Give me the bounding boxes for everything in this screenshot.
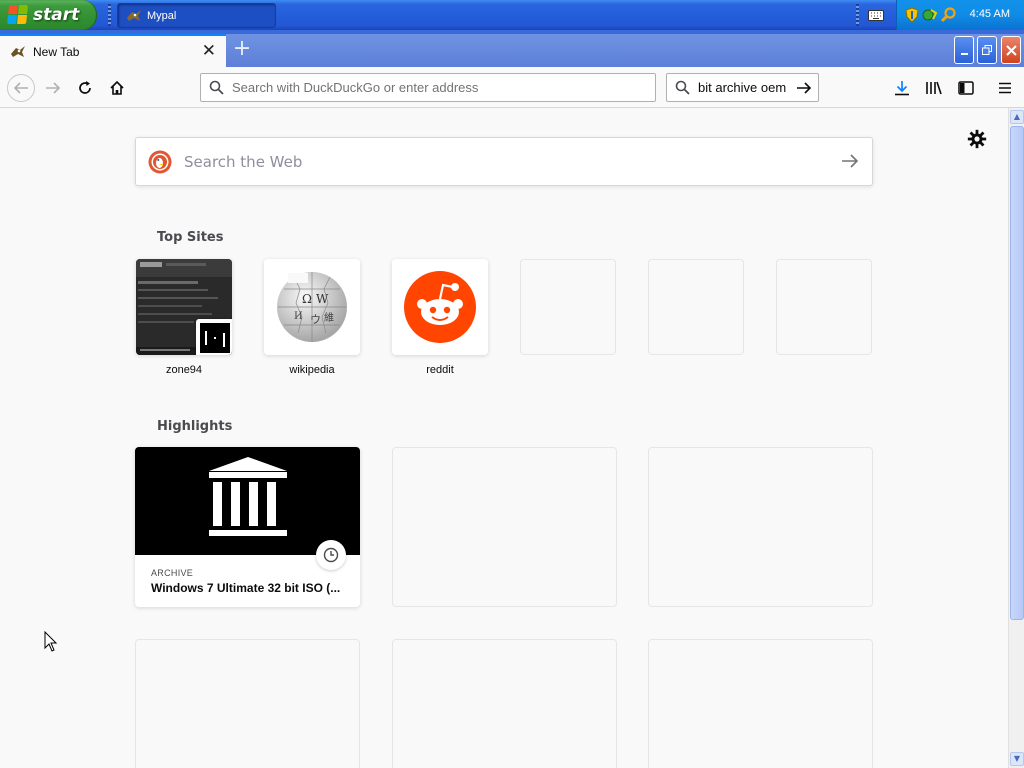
- task-button-label: Mypal: [147, 9, 177, 22]
- tab-close-icon[interactable]: ✕: [202, 42, 216, 60]
- web-search-box[interactable]: [135, 137, 873, 186]
- web-search-input[interactable]: [182, 151, 822, 172]
- internet-archive-logo-icon: [209, 457, 287, 536]
- top-site-label: wikipedia: [289, 364, 335, 376]
- sidebar-icon: [958, 81, 974, 95]
- download-icon: [895, 81, 909, 96]
- downloads-button[interactable]: [890, 76, 914, 100]
- top-site-placeholder: [648, 259, 744, 355]
- top-sites-heading: Top Sites: [157, 230, 224, 245]
- search-input[interactable]: [696, 79, 790, 96]
- web-search-submit-icon[interactable]: [840, 151, 860, 171]
- svg-text:Ω: Ω: [302, 292, 312, 306]
- system-tray: 4:45 AM: [896, 0, 1024, 30]
- scroll-up-icon[interactable]: ▲: [1010, 110, 1024, 124]
- network-icon[interactable]: [922, 7, 937, 23]
- highlight-placeholder: [648, 447, 873, 607]
- vertical-scrollbar[interactable]: ▲ ▼: [1008, 108, 1024, 768]
- quicklaunch-grip[interactable]: [856, 4, 859, 26]
- zone94-logo-icon: [200, 323, 230, 353]
- zone94-favicon: [196, 319, 232, 355]
- scroll-down-icon[interactable]: ▼: [1010, 752, 1024, 766]
- mouse-cursor-icon: [44, 631, 58, 652]
- security-shield-icon[interactable]: [905, 7, 919, 23]
- new-tab-button[interactable]: +: [229, 37, 255, 63]
- highlight-placeholder: [648, 639, 873, 768]
- address-input[interactable]: [230, 79, 640, 96]
- svg-text:ウ: ウ: [310, 313, 321, 326]
- svg-text:И: И: [294, 311, 303, 322]
- new-tab-page: Top Sites zone94: [0, 108, 1008, 768]
- top-site-label: zone94: [165, 364, 203, 376]
- svg-text:W: W: [316, 292, 329, 306]
- home-icon: [110, 80, 124, 95]
- search-tray-icon[interactable]: [941, 7, 957, 23]
- tab-new-tab[interactable]: New Tab ✕: [0, 34, 226, 67]
- svg-text:維: 維: [324, 311, 334, 324]
- reddit-logo-icon: [404, 271, 476, 343]
- mypal-icon: [127, 9, 141, 21]
- keyboard-icon[interactable]: [868, 8, 884, 22]
- library-button[interactable]: [922, 76, 946, 100]
- start-label: start: [33, 5, 80, 25]
- highlight-card-archive[interactable]: ARCHIVE Windows 7 Ultimate 32 bit ISO (.…: [135, 447, 360, 607]
- sidebar-button[interactable]: [954, 76, 978, 100]
- home-button[interactable]: [105, 76, 129, 100]
- wikipedia-globe-icon: Ω W И ウ 維: [277, 272, 347, 342]
- history-clock-icon: [316, 540, 346, 570]
- duckduckgo-logo-icon: [148, 150, 172, 173]
- search-icon: [209, 80, 224, 95]
- top-site-placeholder: [776, 259, 872, 355]
- taskbar-grip[interactable]: [108, 4, 111, 26]
- tab-strip: New Tab ✕ +: [0, 30, 1024, 67]
- hamburger-menu-icon: [999, 82, 1011, 94]
- top-site-label: reddit: [426, 364, 454, 376]
- gear-icon[interactable]: [966, 128, 988, 150]
- highlight-placeholder: [392, 639, 617, 768]
- window-close-button[interactable]: [1001, 36, 1021, 64]
- top-site-tile-reddit[interactable]: [392, 259, 488, 355]
- address-bar[interactable]: [200, 73, 656, 102]
- clock[interactable]: 4:45 AM: [970, 8, 1010, 20]
- highlights-heading: Highlights: [157, 419, 233, 434]
- top-site-placeholder: [520, 259, 616, 355]
- forward-arrow-icon: [46, 82, 61, 94]
- restore-icon: [982, 45, 992, 55]
- searchbar-search-icon[interactable]: [675, 80, 690, 95]
- task-button-mypal[interactable]: Mypal: [117, 3, 276, 28]
- windows-logo-icon: [7, 5, 29, 25]
- highlight-image: [135, 447, 360, 555]
- window-restore-button[interactable]: [977, 36, 997, 64]
- reload-icon: [79, 81, 91, 94]
- highlight-placeholder: [392, 447, 617, 607]
- top-site-tile-zone94[interactable]: [136, 259, 232, 355]
- top-site-tile-wikipedia[interactable]: Ω W И ウ 維: [264, 259, 360, 355]
- navigation-toolbar: [0, 67, 1024, 108]
- close-icon: [1005, 44, 1017, 56]
- search-go-arrow-icon[interactable]: [796, 80, 812, 96]
- reload-button[interactable]: [73, 76, 97, 100]
- back-arrow-icon: [13, 82, 28, 94]
- highlight-title: Windows 7 Ultimate 32 bit ISO (...: [151, 581, 341, 595]
- menu-button[interactable]: [993, 76, 1017, 100]
- window-minimize-button[interactable]: [954, 36, 974, 64]
- back-button[interactable]: [7, 74, 35, 102]
- scrollbar-thumb[interactable]: [1010, 126, 1024, 620]
- forward-button[interactable]: [41, 76, 65, 100]
- search-bar[interactable]: [666, 73, 819, 102]
- taskbar: start Mypal 4:45 AM: [0, 0, 1024, 30]
- start-button[interactable]: start: [0, 0, 97, 30]
- highlight-placeholder: [135, 639, 360, 768]
- minimize-icon: [960, 53, 968, 55]
- mypal-favicon-icon: [11, 45, 25, 57]
- library-icon: [926, 81, 942, 95]
- highlight-site-name: ARCHIVE: [151, 568, 194, 578]
- tab-title: New Tab: [33, 44, 80, 59]
